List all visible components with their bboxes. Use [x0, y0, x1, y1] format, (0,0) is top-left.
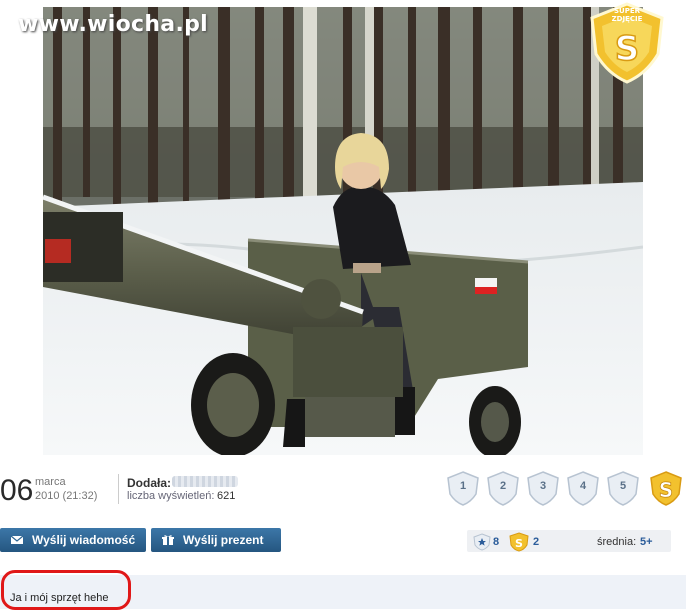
post-day: 06 [0, 474, 34, 507]
send-message-button[interactable]: Wyślij wiadomość [0, 528, 146, 552]
svg-text:S: S [615, 29, 640, 69]
post-datetime: 2010 (21:32) [35, 490, 98, 502]
rate-3-label: 3 [539, 480, 547, 492]
rate-super-button[interactable]: S [648, 470, 684, 506]
rate-2-label: 2 [499, 480, 507, 492]
rate-4-label: 4 [579, 480, 587, 492]
send-gift-label: Wyślij prezent [183, 533, 264, 547]
envelope-icon [10, 534, 24, 546]
svg-text:S: S [515, 537, 523, 550]
star-count: 8 [493, 536, 500, 548]
rate-1-button[interactable]: 1 [445, 470, 481, 506]
rate-5-button[interactable]: 5 [605, 470, 641, 506]
post-date: 06 marca 2010 (21:32) [0, 470, 115, 510]
divider [118, 474, 119, 504]
rate-1-label: 1 [459, 480, 467, 492]
gift-icon [161, 534, 175, 546]
author-name-blurred[interactable] [172, 476, 238, 487]
post-month: marca [35, 476, 66, 488]
average-label: średnia: [597, 536, 637, 548]
super-shield-icon: S [509, 532, 529, 557]
send-message-label: Wyślij wiadomość [32, 533, 136, 547]
svg-text:S: S [659, 478, 673, 502]
super-photo-badge-icon: S SUPER ZDJĘCIE [588, 2, 666, 84]
rate-4-button[interactable]: 4 [565, 470, 601, 506]
super-count: 2 [533, 536, 540, 548]
svg-text:ZDJĘCIE: ZDJĘCIE [612, 15, 643, 23]
send-gift-button[interactable]: Wyślij prezent [151, 528, 281, 552]
svg-text:SUPER: SUPER [614, 7, 641, 15]
star-shield-icon [473, 533, 491, 556]
rate-3-button[interactable]: 3 [525, 470, 561, 506]
views-label: liczba wyświetleń: [127, 490, 215, 502]
site-watermark: www.wiocha.pl [18, 12, 208, 37]
main-photo[interactable] [43, 7, 643, 455]
views-count: 621 [217, 490, 236, 502]
average-value: 5+ [640, 536, 653, 548]
red-highlight-circle [1, 570, 131, 610]
rate-2-button[interactable]: 2 [485, 470, 521, 506]
rate-5-label: 5 [619, 480, 627, 492]
author-label: Dodała: [127, 476, 172, 490]
